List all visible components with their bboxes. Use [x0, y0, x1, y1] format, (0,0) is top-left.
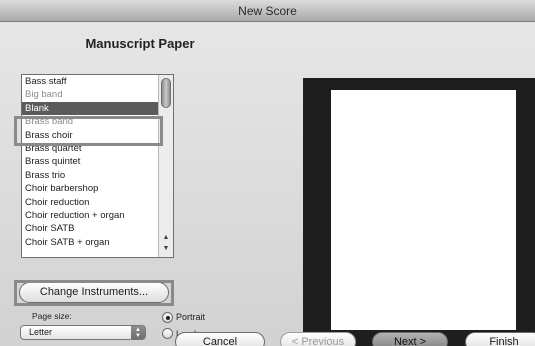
- portrait-radio[interactable]: [162, 312, 173, 323]
- cancel-button[interactable]: Cancel: [175, 332, 265, 346]
- preview-page: [331, 90, 516, 330]
- window-title: New Score: [0, 0, 535, 22]
- up-arrow-icon[interactable]: ▲: [159, 233, 173, 243]
- list-item-choir-barbershop[interactable]: Choir barbershop: [22, 182, 159, 195]
- dialog-content: Manuscript Paper Bass staff Big band Bla…: [0, 22, 535, 346]
- list-item-choir-reduction-organ[interactable]: Choir reduction + organ: [22, 209, 159, 222]
- finish-button[interactable]: Finish: [465, 332, 535, 346]
- change-instruments-highlight-frame: [14, 280, 174, 306]
- next-button[interactable]: Next >: [372, 332, 448, 346]
- section-heading: Manuscript Paper: [85, 36, 195, 51]
- list-scrollbar[interactable]: ▲ ▼: [158, 75, 173, 257]
- manuscript-paper-list[interactable]: Bass staff Big band Blank Brass band Bra…: [21, 74, 174, 258]
- page-size-popup[interactable]: Letter ▲ ▼: [20, 325, 146, 340]
- page-size-label: Page size:: [32, 311, 72, 321]
- landscape-radio[interactable]: [162, 328, 173, 339]
- list-item-brass-quintet[interactable]: Brass quintet: [22, 155, 159, 168]
- down-arrow-icon[interactable]: ▼: [159, 244, 173, 254]
- list-item-choir-reduction[interactable]: Choir reduction: [22, 196, 159, 209]
- portrait-label: Portrait: [176, 312, 206, 322]
- blank-highlight-frame: [14, 116, 163, 146]
- list-item-brass-trio[interactable]: Brass trio: [22, 169, 159, 182]
- list-item-choir-satb[interactable]: Choir SATB: [22, 222, 159, 235]
- list-item-choir-satb-organ[interactable]: Choir SATB + organ: [22, 236, 159, 249]
- list-item-bass-staff[interactable]: Bass staff: [22, 75, 159, 88]
- scroll-thumb[interactable]: [161, 78, 171, 108]
- previous-button[interactable]: < Previous: [280, 332, 356, 346]
- paper-preview: [303, 78, 535, 346]
- list-items: Bass staff Big band Blank Brass band Bra…: [22, 75, 159, 249]
- page-size-value: Letter: [29, 327, 53, 337]
- list-item-blank[interactable]: Blank: [22, 101, 159, 116]
- list-item-big-band[interactable]: Big band: [22, 88, 159, 101]
- new-score-window: New Score Manuscript Paper Bass staff Bi…: [0, 0, 535, 346]
- updown-arrows-icon: ▲ ▼: [131, 326, 145, 339]
